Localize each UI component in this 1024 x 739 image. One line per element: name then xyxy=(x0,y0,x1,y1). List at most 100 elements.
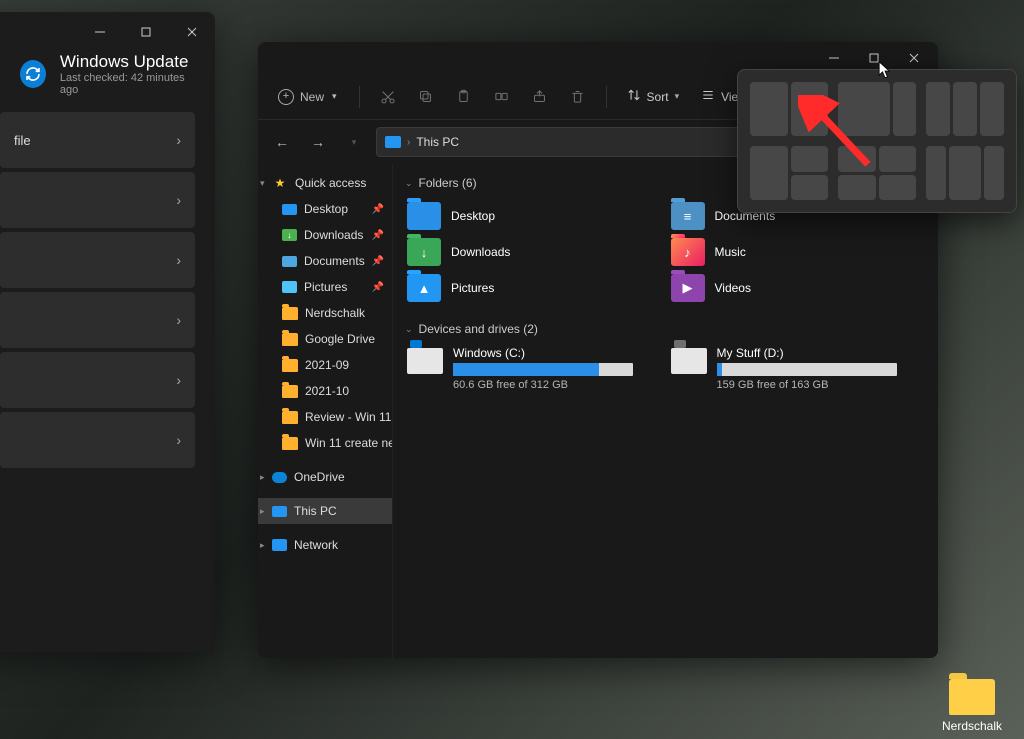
back-button[interactable]: ← xyxy=(268,128,296,156)
sidebar-item-label: Documents xyxy=(304,254,365,268)
pic-icon xyxy=(282,281,297,293)
explorer-close-button[interactable] xyxy=(894,44,934,72)
explorer-maximize-button[interactable] xyxy=(854,44,894,72)
section-label: Folders (6) xyxy=(419,176,477,190)
snap-zone[interactable] xyxy=(879,146,917,172)
sidebar-item[interactable]: Win 11 create new xyxy=(258,430,392,456)
sidebar-network[interactable]: ▸ Network xyxy=(258,532,392,558)
copy-icon[interactable] xyxy=(410,83,442,111)
this-pc-icon xyxy=(385,136,401,148)
refresh-icon xyxy=(20,60,46,88)
settings-close-button[interactable] xyxy=(169,16,215,48)
snap-zone[interactable] xyxy=(926,82,950,136)
desktop-folder-label: Nerdschalk xyxy=(934,719,1010,733)
chevron-down-icon[interactable]: ▾ xyxy=(260,178,265,189)
chevron-down-icon: ⌄ xyxy=(405,178,413,189)
drive-icon xyxy=(671,348,707,374)
snap-zone[interactable] xyxy=(949,146,981,200)
folder-icon xyxy=(282,437,298,450)
sidebar-item[interactable]: 2021-09 xyxy=(258,352,392,378)
settings-maximize-button[interactable] xyxy=(123,16,169,48)
drives-section-header[interactable]: ⌄ Devices and drives (2) xyxy=(405,318,926,340)
sidebar-item[interactable]: Review - Win 11 st xyxy=(258,404,392,430)
sort-icon xyxy=(627,88,641,105)
sort-button[interactable]: Sort ▾ xyxy=(619,84,688,109)
drive-item[interactable]: Windows (C:)60.6 GB free of 312 GB xyxy=(407,346,661,391)
settings-item[interactable]: › xyxy=(0,412,195,468)
settings-item[interactable]: › xyxy=(0,292,195,348)
snap-zone[interactable] xyxy=(791,82,829,136)
snap-zone[interactable] xyxy=(879,175,917,201)
snap-zone[interactable] xyxy=(926,146,946,200)
sidebar-item-label: Desktop xyxy=(304,202,348,216)
chevron-right-icon: › xyxy=(407,137,410,148)
snap-zone[interactable] xyxy=(838,146,876,172)
sort-label: Sort xyxy=(647,90,669,104)
snap-layout-wide-narrow xyxy=(838,82,916,136)
sidebar-item-label: 2021-10 xyxy=(305,384,349,398)
desktop-folder[interactable]: Nerdschalk xyxy=(934,679,1010,733)
breadcrumb[interactable]: This PC xyxy=(416,135,459,149)
star-icon: ★ xyxy=(272,176,288,190)
snap-zone[interactable] xyxy=(750,146,788,200)
snap-zone[interactable] xyxy=(838,175,876,201)
folder-name: Pictures xyxy=(451,281,494,295)
settings-title: Windows Update xyxy=(60,52,195,72)
drive-name: Windows (C:) xyxy=(453,346,661,360)
sidebar-quick-access[interactable]: ▾ ★ Quick access xyxy=(258,170,392,196)
sidebar-item[interactable]: Documents📌 xyxy=(258,248,392,274)
settings-item[interactable]: file› xyxy=(0,112,195,168)
folder-item[interactable]: ↓Downloads xyxy=(407,236,661,268)
rename-icon[interactable] xyxy=(486,83,518,111)
snap-zone[interactable] xyxy=(791,175,829,201)
sidebar-item[interactable]: 2021-10 xyxy=(258,378,392,404)
sidebar-item-label: Network xyxy=(294,538,338,552)
sidebar-item[interactable]: Google Drive xyxy=(258,326,392,352)
folder-item[interactable]: Desktop xyxy=(407,200,661,232)
snap-zone[interactable] xyxy=(838,82,890,136)
sidebar-this-pc[interactable]: ▸ This PC xyxy=(258,498,392,524)
chevron-right-icon[interactable]: ▸ xyxy=(260,472,265,483)
settings-minimize-button[interactable] xyxy=(77,16,123,48)
snap-zone[interactable] xyxy=(984,146,1004,200)
sidebar-item-label: Quick access xyxy=(295,176,366,190)
paste-icon[interactable] xyxy=(448,83,480,111)
explorer-minimize-button[interactable] xyxy=(814,44,854,72)
folder-item[interactable]: ♪Music xyxy=(671,236,925,268)
chevron-right-icon[interactable]: ▸ xyxy=(260,540,265,551)
chevron-right-icon[interactable]: ▸ xyxy=(260,506,265,517)
sidebar-onedrive[interactable]: ▸ OneDrive xyxy=(258,464,392,490)
snap-zone[interactable] xyxy=(791,146,829,172)
sidebar-item-label: Nerdschalk xyxy=(305,306,365,320)
delete-icon[interactable] xyxy=(562,83,594,111)
settings-item[interactable]: › xyxy=(0,352,195,408)
new-button[interactable]: + New ▾ xyxy=(268,83,347,111)
folder-item[interactable]: ▲Pictures xyxy=(407,272,661,304)
chevron-right-icon: › xyxy=(176,432,181,448)
folder-icon xyxy=(282,333,298,346)
folder-icon xyxy=(407,202,441,230)
snap-layout-thirds xyxy=(926,82,1004,136)
sidebar-item[interactable]: Pictures📌 xyxy=(258,274,392,300)
drive-usage-bar xyxy=(717,363,897,376)
settings-item[interactable]: › xyxy=(0,232,195,288)
sidebar-item-label: Downloads xyxy=(304,228,363,242)
forward-button[interactable]: → xyxy=(304,128,332,156)
sidebar-item-label: OneDrive xyxy=(294,470,345,484)
up-button[interactable]: ▾ xyxy=(340,128,368,156)
folder-icon: ▶ xyxy=(671,274,705,302)
share-icon[interactable] xyxy=(524,83,556,111)
view-icon xyxy=(701,88,715,105)
snap-zone[interactable] xyxy=(953,82,977,136)
cut-icon[interactable] xyxy=(372,83,404,111)
chevron-down-icon: ▾ xyxy=(332,91,337,102)
snap-zone[interactable] xyxy=(980,82,1004,136)
sidebar-item[interactable]: Nerdschalk xyxy=(258,300,392,326)
settings-item[interactable]: › xyxy=(0,172,195,228)
snap-zone[interactable] xyxy=(750,82,788,136)
sidebar-item[interactable]: ↓Downloads📌 xyxy=(258,222,392,248)
folder-item[interactable]: ▶Videos xyxy=(671,272,925,304)
sidebar-item[interactable]: Desktop📌 xyxy=(258,196,392,222)
drive-item[interactable]: My Stuff (D:)159 GB free of 163 GB xyxy=(671,346,925,391)
snap-zone[interactable] xyxy=(893,82,916,136)
